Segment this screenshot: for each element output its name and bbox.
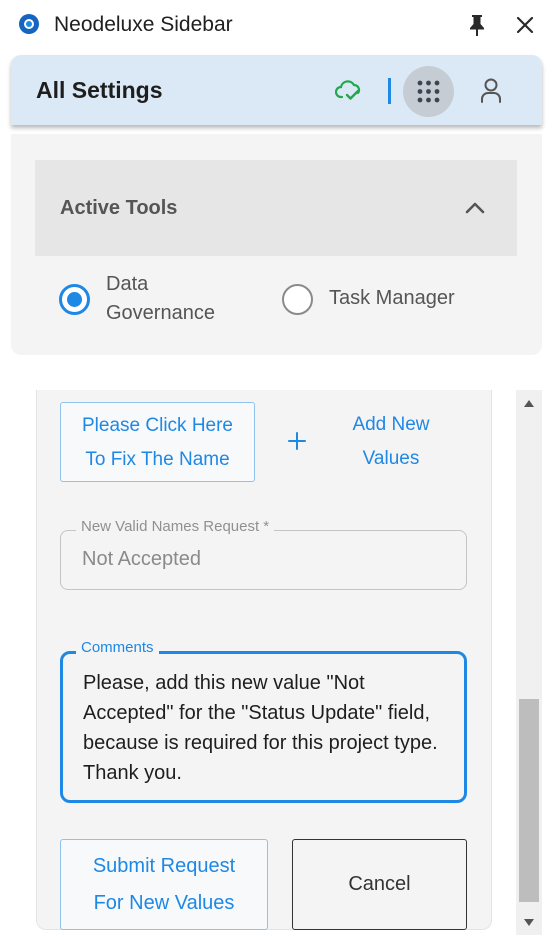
button-label-line: To Fix The Name — [85, 449, 230, 470]
radio-task-manager[interactable] — [282, 284, 313, 315]
fix-name-button[interactable]: Please Click Here To Fix The Name — [60, 402, 255, 482]
radio-label-task-manager[interactable]: Task Manager — [329, 284, 455, 313]
close-icon[interactable] — [514, 14, 536, 36]
scrollbar-thumb[interactable] — [519, 699, 539, 902]
active-tools-card: Active Tools Data Governance Task Manage… — [11, 134, 542, 355]
vertical-scrollbar[interactable] — [516, 390, 542, 935]
title-bar: Neodeluxe Sidebar — [0, 0, 558, 52]
valid-names-value: Not Accepted — [82, 548, 201, 570]
radio-label-data-governance[interactable]: Data Governance — [106, 270, 246, 328]
add-new-values-button[interactable]: Add New Values — [330, 408, 452, 476]
app-logo-icon — [19, 14, 39, 34]
active-tools-header[interactable]: Active Tools — [35, 160, 517, 256]
radio-label-line: Data — [106, 273, 149, 295]
radio-label-line: Governance — [106, 302, 215, 324]
active-tools-title: Active Tools — [60, 197, 178, 219]
scroll-down-icon[interactable] — [524, 919, 534, 926]
cloud-check-icon[interactable] — [335, 79, 363, 103]
plus-icon[interactable] — [287, 431, 307, 451]
valid-names-label: New Valid Names Request * — [76, 518, 275, 535]
page-title: All Settings — [36, 77, 163, 103]
settings-header: All Settings — [11, 55, 542, 125]
user-icon[interactable] — [479, 78, 503, 104]
button-label-line: Add New — [352, 414, 430, 435]
comments-text[interactable]: Please, add this new value "Not Accepted… — [83, 668, 458, 788]
cancel-button[interactable]: Cancel — [292, 839, 467, 930]
chevron-up-icon[interactable] — [465, 200, 485, 214]
button-label-line: Submit Request — [92, 855, 236, 877]
radio-data-governance[interactable] — [59, 284, 90, 315]
scroll-up-icon[interactable] — [524, 400, 534, 407]
button-label-line: Values — [362, 448, 420, 469]
submit-request-button[interactable]: Submit Request For New Values — [60, 839, 268, 930]
apps-grid-icon — [417, 80, 440, 103]
header-divider — [388, 78, 391, 104]
comments-label: Comments — [76, 639, 159, 656]
apps-grid-button[interactable] — [403, 66, 454, 117]
button-label-line: For New Values — [93, 892, 235, 914]
window-title: Neodeluxe Sidebar — [54, 13, 233, 36]
button-label-line: Please Click Here — [82, 415, 233, 436]
pin-icon[interactable] — [466, 13, 488, 37]
